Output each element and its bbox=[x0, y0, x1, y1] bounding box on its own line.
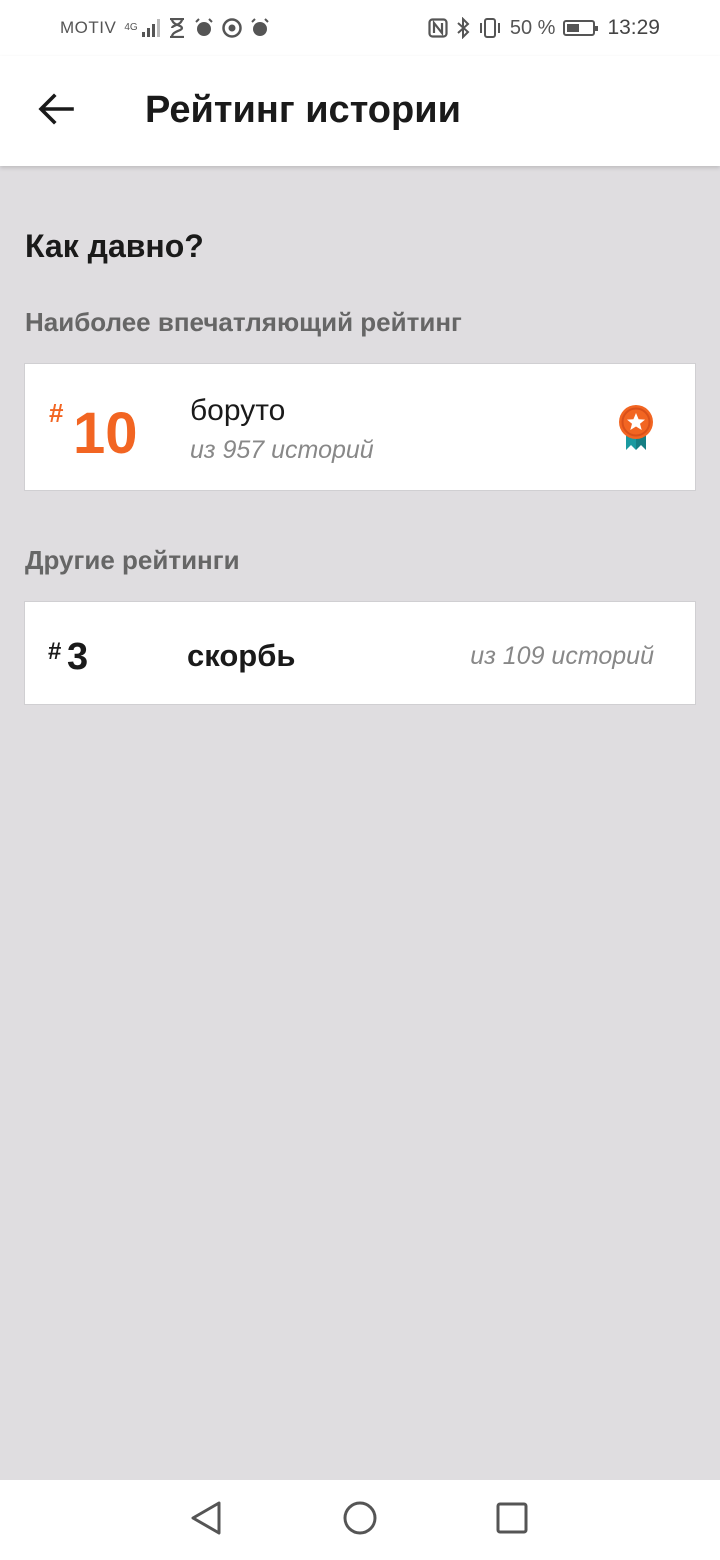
arrow-left-icon bbox=[38, 92, 74, 130]
signal-icon bbox=[141, 19, 160, 37]
hourglass-icon bbox=[168, 18, 186, 38]
vibrate-icon bbox=[478, 17, 502, 39]
clock: 13:29 bbox=[607, 16, 660, 39]
battery-icon bbox=[563, 20, 599, 36]
section-heading: Как давно? bbox=[25, 228, 204, 264]
rank-hash: # bbox=[49, 398, 64, 428]
back-button[interactable] bbox=[34, 89, 78, 133]
alarm-icon bbox=[194, 18, 214, 38]
network-type: 4G bbox=[124, 22, 138, 33]
rank-hash: # bbox=[48, 638, 62, 665]
nav-recent-button[interactable] bbox=[492, 1500, 532, 1540]
nav-recent-icon bbox=[495, 1501, 529, 1540]
rank-number: 10 bbox=[73, 401, 138, 466]
chrome-icon bbox=[221, 18, 242, 38]
ranking-list-item[interactable]: # 3 скорбь из 109 историй bbox=[24, 601, 696, 705]
page-title: Рейтинг истории bbox=[145, 89, 461, 131]
status-bar-left: MOTIV 4G bbox=[60, 18, 270, 38]
tag-story-count: из 109 историй bbox=[470, 642, 654, 670]
battery-percent: 50 % bbox=[509, 16, 556, 39]
other-rankings-label: Другие рейтинги bbox=[25, 545, 240, 575]
medal-icon bbox=[616, 404, 656, 459]
status-bar-right: 50 % 13:29 bbox=[428, 16, 660, 40]
top-ranking-label: Наиболее впечатляющий рейтинг bbox=[25, 307, 462, 337]
rank-number: 3 bbox=[67, 636, 89, 678]
tag-name: боруто bbox=[190, 394, 286, 427]
nav-home-button[interactable] bbox=[340, 1500, 380, 1540]
top-ranking-card[interactable]: # 10 боруто из 957 историй bbox=[24, 363, 696, 491]
nav-home-icon bbox=[342, 1500, 378, 1541]
app-bar: Рейтинг истории bbox=[0, 56, 720, 166]
tag-name: скорбь bbox=[187, 638, 296, 673]
tag-story-count: из 957 историй bbox=[190, 436, 374, 464]
nav-back-icon bbox=[189, 1500, 223, 1541]
system-nav-bar bbox=[0, 1480, 720, 1560]
nfc-icon bbox=[428, 18, 448, 38]
alarm-icon bbox=[250, 18, 270, 38]
bluetooth-icon bbox=[456, 17, 470, 39]
carrier-name: MOTIV bbox=[60, 18, 117, 37]
status-bar: MOTIV 4G 50 % 13:29 bbox=[0, 0, 720, 56]
nav-back-button[interactable] bbox=[186, 1500, 226, 1540]
